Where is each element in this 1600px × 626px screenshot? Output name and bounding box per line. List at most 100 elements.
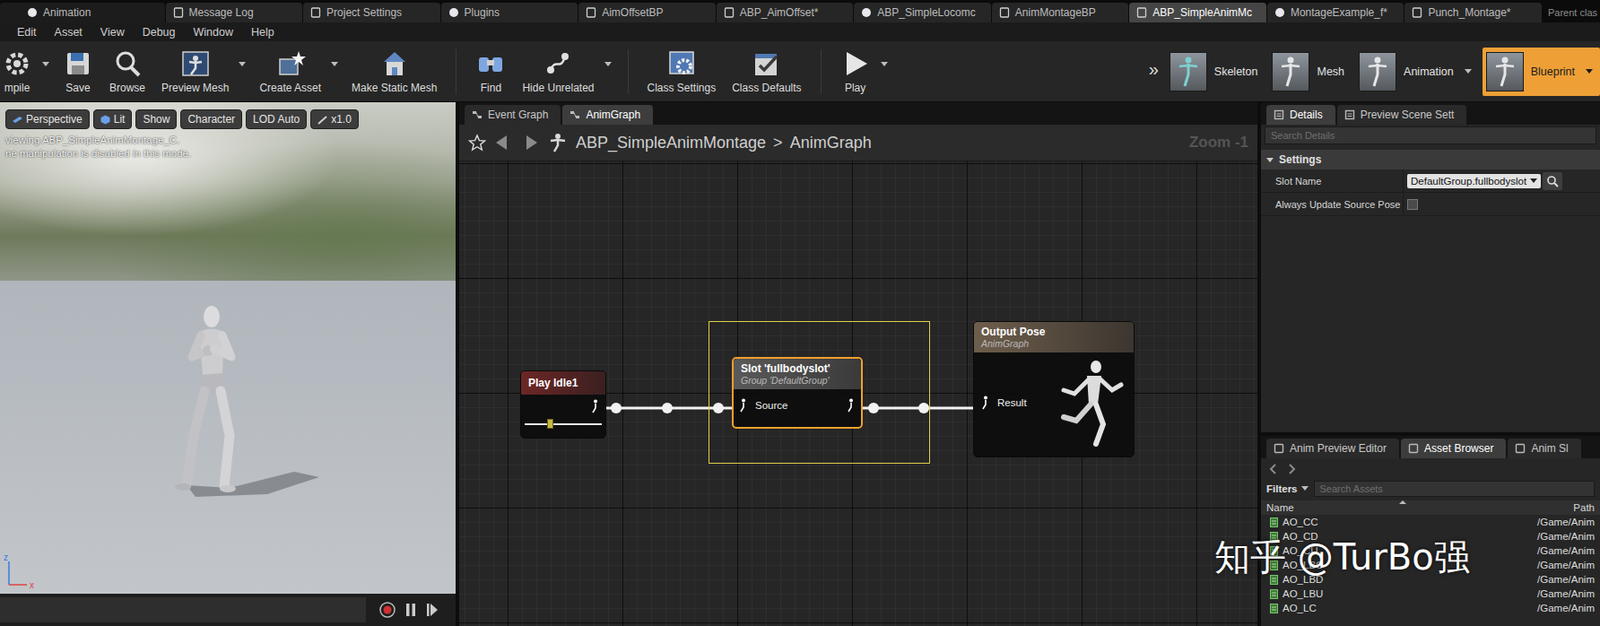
toolbar-button[interactable]: mpile [1,48,41,95]
menu-item[interactable]: Debug [134,26,186,39]
graph-canvas[interactable]: Play Idle1 Slot 'fullbodyslot' Group 'De… [459,161,1258,626]
pose-pin-icon[interactable] [739,398,748,413]
expand-arrow-icon[interactable] [1266,157,1274,163]
toolbar-button[interactable]: Create Asset [251,48,330,95]
pose-pin-icon[interactable] [846,398,856,413]
toolbar-button[interactable]: Class Defaults [723,48,809,95]
document-tab[interactable]: AnimMontageBP [991,2,1130,23]
update-source-checkbox[interactable] [1407,199,1418,210]
document-tab[interactable]: Project Settings [303,2,441,23]
svg-text:z: z [3,552,9,563]
document-tab[interactable]: Plugins [441,2,579,23]
viewport-button[interactable]: Show [135,109,177,130]
toolbar-button[interactable]: Hide Unrelated [513,48,602,95]
viewport-button[interactable]: LOD Auto [245,109,307,130]
forward-icon[interactable] [520,133,540,152]
dropdown-arrow-icon[interactable] [1585,69,1593,74]
slot-node[interactable]: Slot 'fullbodyslot' Group 'DefaultGroup'… [731,356,863,429]
dropdown-arrow-icon[interactable] [42,61,50,67]
document-tab[interactable]: MontageExample_f* [1267,2,1405,23]
property-row: Slot Name DefaultGroup.fullbodyslot [1260,169,1600,193]
breadcrumb-item[interactable]: ABP_SimpleAnimMontage [575,133,766,153]
play-node[interactable]: Play Idle1 [520,370,607,439]
dropdown-arrow-icon[interactable] [238,61,246,67]
slot-name-dropdown[interactable]: DefaultGroup.fullbodyslot [1407,173,1541,189]
output-pose-node[interactable]: Output Pose AnimGraph Result [973,321,1135,458]
mode-button[interactable]: Animation [1355,47,1479,96]
asset-row[interactable]: AO_CC /Game/Anim [1260,514,1600,530]
toolbar-button[interactable]: Find [467,48,514,95]
overflow-button[interactable]: » [1145,59,1163,84]
viewport-button[interactable]: x1.0 [310,109,359,130]
mode-button[interactable]: Skeleton [1165,47,1266,96]
details-search[interactable]: Search Details [1264,126,1597,145]
asset-row[interactable]: AO_LC /Game/Anim [1260,600,1600,616]
toolbar-separator [820,49,822,95]
column-header[interactable]: Path [1573,502,1595,514]
settings-section[interactable]: Settings [1260,149,1600,170]
toolbar-button[interactable]: Class Settings [639,48,725,95]
zoom-label: Zoom -1 [1189,133,1249,152]
pause-icon[interactable] [403,600,418,619]
play-position-slider[interactable] [524,417,602,431]
breadcrumb-item[interactable]: AnimGraph [790,133,872,153]
watermark: 知乎 @TurBo强 [1214,532,1470,583]
document-tab[interactable]: Animation [0,2,166,23]
running-figure-icon [1051,357,1127,448]
viewport-button[interactable]: Character [180,109,243,130]
viewport-button[interactable]: Lit [93,109,133,130]
filters-button[interactable]: Filters [1266,483,1309,495]
details-tab[interactable]: Preview Scene Sett [1337,104,1468,125]
asset-panel-tab[interactable]: Anim Preview Editor [1266,438,1400,459]
menu-item[interactable]: Asset [46,26,93,39]
graph-tab[interactable]: AnimGraph [562,104,653,125]
toolbar-button[interactable]: Preview Mesh [153,48,237,95]
timeline[interactable] [0,597,366,623]
browse-button[interactable] [1542,172,1563,191]
sort-arrow-icon [1399,500,1407,505]
menu-item[interactable]: Help [243,26,285,39]
menu-item[interactable]: Edit [8,26,47,39]
asset-row[interactable]: AO_LBU /Game/Anim [1260,586,1600,601]
star-icon[interactable] [468,133,487,152]
dropdown-arrow-icon[interactable] [1464,69,1472,74]
settings-icon [666,48,697,79]
mode-button[interactable]: Blueprint [1482,47,1600,96]
menu-item[interactable]: View [92,26,135,39]
asset-search[interactable]: Search Assets [1313,480,1595,497]
mode-thumbnail [1486,52,1524,92]
menu-item[interactable]: Window [185,26,244,39]
column-header[interactable]: Name [1266,502,1574,514]
dropdown-arrow-icon[interactable] [604,61,612,67]
mode-button[interactable]: Mesh [1268,47,1352,96]
anim-blueprint-editor: Animation Message Log Project Settings P… [0,0,1600,626]
viewport-scene[interactable]: Perspective Lit Show Character LOD Auto … [0,102,456,594]
document-tab[interactable]: ABP_SimpleAnimMc [1129,2,1267,23]
dropdown-arrow-icon[interactable] [880,61,888,67]
menu-bar: EditAssetViewDebugWindowHelp [0,22,1600,42]
pose-pin-icon[interactable] [591,399,600,414]
dropdown-arrow-icon[interactable] [330,61,339,67]
toolbar-button[interactable]: Play [832,48,879,95]
back-icon[interactable] [1266,461,1281,477]
parent-class-label: Parent clas [1542,7,1600,23]
details-tab[interactable]: Details [1266,104,1336,125]
pose-pin-icon[interactable] [981,395,991,410]
toolbar-button[interactable]: Browse [101,48,154,95]
step-icon[interactable] [425,600,440,619]
forward-icon[interactable] [1284,461,1299,477]
graph-tab[interactable]: Event Graph [464,104,561,125]
document-tab[interactable]: Punch_Montage* [1404,2,1542,23]
document-tab[interactable]: Message Log [165,2,304,23]
toolbar-button[interactable]: Make Static Mesh [343,48,445,95]
asset-panel-tab[interactable]: Anim Sl [1507,438,1581,459]
back-icon[interactable] [493,133,514,152]
document-tab[interactable]: ABP_AimOffset* [716,2,854,23]
asset-panel-tab[interactable]: Asset Browser [1400,438,1506,459]
toolbar-button[interactable]: Save [54,48,102,95]
asset-icon [1274,7,1286,18]
document-tab[interactable]: AimOffsetBP [578,2,716,23]
document-tab[interactable]: ABP_SimpleLocomc [853,2,992,23]
record-icon[interactable] [378,600,397,619]
viewport-button[interactable]: Perspective [5,109,90,130]
